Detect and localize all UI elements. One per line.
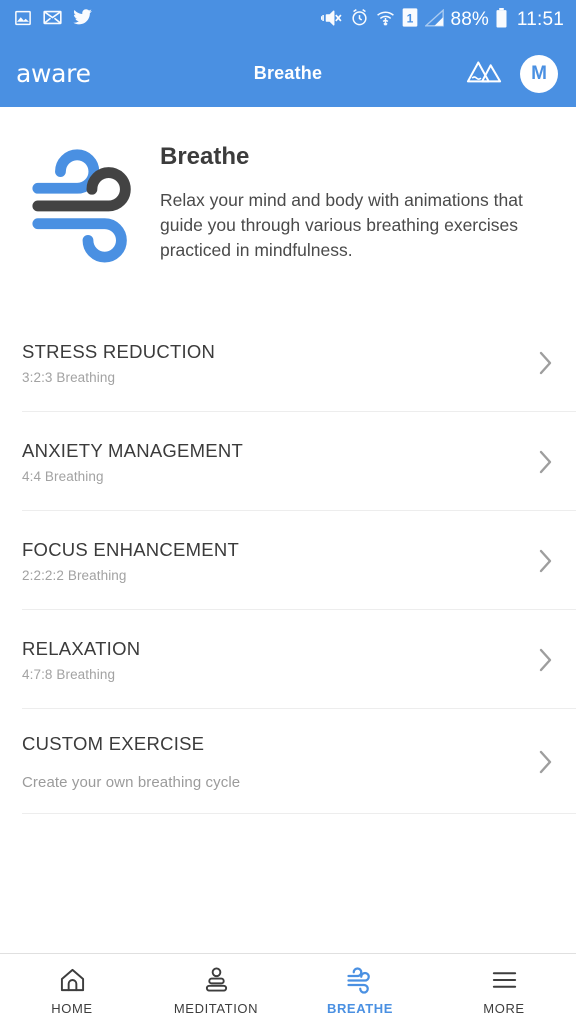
list-item-custom-exercise[interactable]: CUSTOM EXERCISE Create your own breathin… [0,709,576,814]
hero-title: Breathe [160,143,556,171]
wifi-icon [376,9,395,32]
clock-label: 11:51 [517,9,564,31]
twitter-icon [73,9,92,31]
app-bar: aware Breathe M [0,40,576,107]
status-bar-notifications [14,9,92,32]
home-icon [59,967,86,994]
list-item-title: RELAXATION [22,638,534,660]
list-item-subtitle: 4:4 Breathing [22,469,534,484]
wind-breathe-icon [22,133,152,263]
exercise-list: STRESS REDUCTION 3:2:3 Breathing ANXIETY… [0,313,576,814]
chevron-right-icon [534,545,558,577]
list-item-body: STRESS REDUCTION 3:2:3 Breathing [22,341,534,385]
nav-label-breathe: BREATHE [327,1001,393,1016]
nav-item-breathe[interactable]: BREATHE [288,954,432,1024]
vibrate-mute-icon [321,9,343,32]
nav-item-more[interactable]: MORE [432,954,576,1024]
chevron-right-icon [534,446,558,478]
nav-label-more: MORE [483,1001,524,1016]
status-bar-system: 1 88% 11:51 [321,8,564,33]
list-item-focus-enhancement[interactable]: FOCUS ENHANCEMENT 2:2:2:2 Breathing [0,511,576,610]
list-item-body: ANXIETY MANAGEMENT 4:4 Breathing [22,440,534,484]
status-bar: 1 88% 11:51 [0,0,576,40]
list-item-anxiety-management[interactable]: ANXIETY MANAGEMENT 4:4 Breathing [0,412,576,511]
hero-description: Relax your mind and body with animations… [160,188,556,263]
list-item-title: CUSTOM EXERCISE [22,733,534,755]
list-item-body: FOCUS ENHANCEMENT 2:2:2:2 Breathing [22,539,534,583]
list-item-title: FOCUS ENHANCEMENT [22,539,534,561]
app-root: 1 88% 11:51 aware Breathe [0,0,576,1024]
nav-item-meditation[interactable]: MEDITATION [144,954,288,1024]
list-divider [22,813,576,814]
nav-item-home[interactable]: HOME [0,954,144,1024]
hamburger-icon [491,967,518,994]
bottom-navigation: HOME MEDITATION BREATHE [0,953,576,1024]
avatar-initial: M [531,64,547,83]
list-item-subtitle: 3:2:3 Breathing [22,370,534,385]
mountains-icon[interactable] [466,57,502,90]
battery-icon [496,8,507,33]
nav-label-meditation: MEDITATION [174,1001,258,1016]
avatar[interactable]: M [520,55,558,93]
list-item-body: CUSTOM EXERCISE Create your own breathin… [22,733,534,791]
chevron-right-icon [534,644,558,676]
alarm-icon [350,8,369,32]
list-item-subtitle: 2:2:2:2 Breathing [22,568,534,583]
battery-percent-label: 88% [451,9,489,31]
svg-text:1: 1 [406,11,413,25]
wind-icon [345,967,375,994]
hero-section: Breathe Relax your mind and body with an… [0,107,576,263]
sim-card-icon: 1 [402,8,418,32]
hero-text: Breathe Relax your mind and body with an… [152,133,556,263]
photo-icon [14,9,32,32]
chevron-right-icon [534,746,558,778]
list-item-subtitle: 4:7:8 Breathing [22,667,534,682]
meditation-icon [203,967,230,994]
chevron-right-icon [534,347,558,379]
signal-bars-icon [425,9,444,32]
content-area: Breathe Relax your mind and body with an… [0,107,576,953]
app-brand-logo[interactable]: aware [16,59,91,88]
mail-icon [43,10,62,30]
list-item-stress-reduction[interactable]: STRESS REDUCTION 3:2:3 Breathing [0,313,576,412]
nav-label-home: HOME [51,1001,92,1016]
list-item-subtitle: Create your own breathing cycle [22,774,534,791]
app-bar-actions: M [466,55,558,93]
list-item-relaxation[interactable]: RELAXATION 4:7:8 Breathing [0,610,576,709]
list-item-title: STRESS REDUCTION [22,341,534,363]
list-item-body: RELAXATION 4:7:8 Breathing [22,638,534,682]
list-item-title: ANXIETY MANAGEMENT [22,440,534,462]
